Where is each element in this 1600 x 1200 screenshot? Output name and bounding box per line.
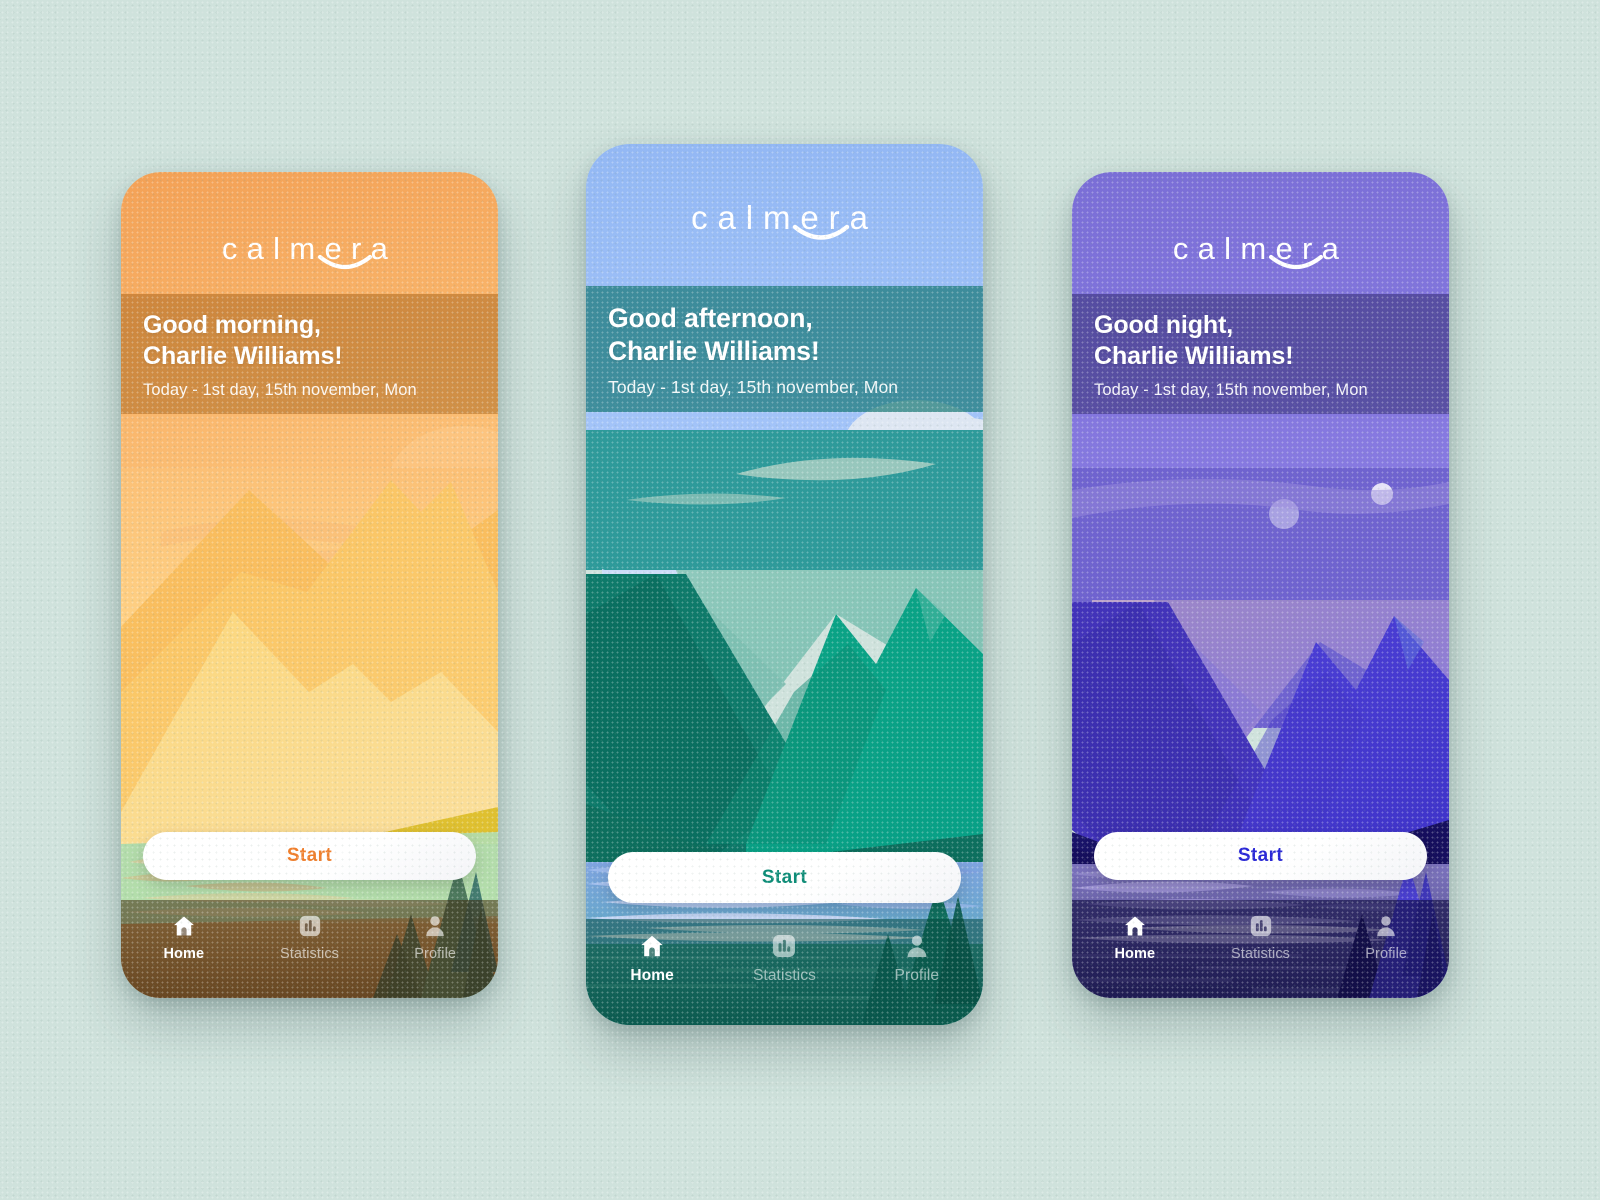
screen-afternoon: calmera Good afternoon, Charlie Williams…	[586, 144, 983, 1025]
tab-home-label: Home	[630, 967, 674, 984]
tab-statistics[interactable]: Statistics	[1198, 913, 1324, 962]
home-icon	[173, 916, 194, 936]
tab-statistics-label: Statistics	[1231, 946, 1291, 962]
screen-morning: calmera Good morning, Charlie Williams! …	[121, 172, 498, 998]
greeting-text: Good night,	[1094, 311, 1234, 339]
home-icon	[1124, 916, 1145, 936]
tab-statistics-label: Statistics	[752, 967, 816, 984]
person-icon	[907, 935, 927, 957]
tab-statistics-label: Statistics	[280, 946, 340, 962]
mockup-stage: calmera Good morning, Charlie Williams! …	[0, 0, 1600, 1200]
phone-mockup-night: calmera Good night, Charlie Williams! To…	[1072, 172, 1449, 998]
tab-statistics[interactable]: Statistics	[718, 932, 850, 985]
tab-home[interactable]: Home	[586, 932, 718, 985]
greeting-text: Good afternoon,	[608, 303, 813, 333]
start-button-label: Start	[1237, 845, 1284, 866]
bottom-navigation[interactable]: Home Statistics Profile	[121, 900, 498, 998]
user-name: Charlie Williams!	[143, 342, 343, 370]
home-icon	[641, 935, 663, 957]
date-line: Today - 1st day, 15th november, Mon	[143, 381, 417, 399]
person-icon	[1377, 916, 1395, 937]
user-name: Charlie Williams!	[608, 335, 820, 366]
person-icon	[426, 916, 444, 937]
greeting-band-morning: Good morning, Charlie Williams! Today - …	[121, 294, 498, 414]
bottom-navigation[interactable]: Home Statistics Profile	[1072, 900, 1449, 998]
tab-profile-label: Profile	[414, 946, 457, 962]
phone-mockup-morning: calmera Good morning, Charlie Williams! …	[121, 172, 498, 998]
start-button-label: Start	[286, 845, 333, 866]
bar-chart-icon	[299, 915, 320, 937]
tab-profile[interactable]: Profile	[372, 913, 498, 962]
tab-home[interactable]: Home	[1072, 913, 1198, 962]
phone-mockup-afternoon: calmera Good afternoon, Charlie Williams…	[586, 144, 983, 1025]
tab-profile[interactable]: Profile	[851, 932, 983, 985]
user-name: Charlie Williams!	[1094, 342, 1294, 370]
start-button[interactable]: Start	[1094, 832, 1427, 880]
bar-chart-icon	[773, 935, 796, 957]
tab-statistics[interactable]: Statistics	[247, 913, 373, 962]
date-line: Today - 1st day, 15th november, Mon	[608, 376, 899, 397]
tab-profile-label: Profile	[1365, 946, 1408, 962]
greeting-band-afternoon: Good afternoon, Charlie Williams! Today …	[586, 286, 983, 412]
tab-home[interactable]: Home	[121, 913, 247, 962]
date-line: Today - 1st day, 15th november, Mon	[1094, 381, 1368, 399]
tab-profile-label: Profile	[894, 967, 940, 984]
start-button[interactable]: Start	[608, 852, 961, 903]
tab-profile[interactable]: Profile	[1323, 913, 1449, 962]
bar-chart-icon	[1250, 915, 1271, 937]
tab-home-label: Home	[163, 946, 205, 962]
start-button-label: Start	[761, 866, 808, 888]
greeting-text: Good morning,	[143, 311, 321, 339]
bottom-navigation[interactable]: Home Statistics Profile	[586, 919, 983, 1025]
start-button[interactable]: Start	[143, 832, 476, 880]
screen-night: calmera Good night, Charlie Williams! To…	[1072, 172, 1449, 998]
tab-home-label: Home	[1114, 946, 1156, 962]
greeting-band-night: Good night, Charlie Williams! Today - 1s…	[1072, 294, 1449, 414]
